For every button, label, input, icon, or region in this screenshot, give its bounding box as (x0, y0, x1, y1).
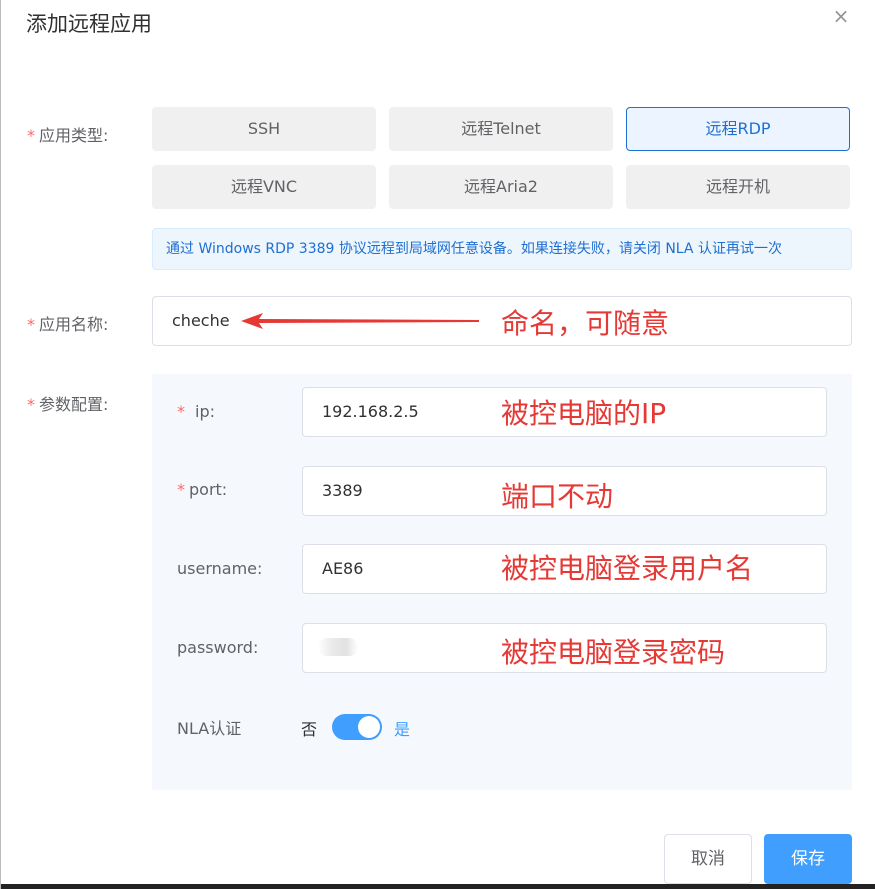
username-label: username: (177, 559, 263, 578)
ip-label-text: ip: (195, 402, 215, 421)
blurred-password (318, 638, 358, 656)
annotation-password: 被控电脑登录密码 (501, 636, 726, 669)
type-option-vnc[interactable]: 远程VNC (152, 165, 376, 209)
bottom-edge (1, 884, 875, 889)
annotation-port: 端口不动 (501, 480, 614, 513)
required-mark: * (27, 126, 35, 145)
cancel-button[interactable]: 取消 (664, 834, 752, 884)
type-option-rdp[interactable]: 远程RDP (626, 107, 850, 151)
required-mark: * (177, 402, 185, 421)
required-mark: * (177, 480, 185, 499)
name-label-text: 应用名称: (39, 315, 109, 334)
save-button[interactable]: 保存 (764, 834, 852, 884)
port-label: * port: (177, 480, 227, 499)
type-option-telnet[interactable]: 远程Telnet (389, 107, 613, 151)
params-label: * 参数配置: (27, 391, 108, 415)
toggle-knob (358, 716, 380, 738)
nla-toggle[interactable] (332, 714, 382, 740)
nla-on-label[interactable]: 是 (394, 716, 410, 740)
annotation-username: 被控电脑登录用户名 (501, 552, 754, 585)
password-label: password: (177, 638, 259, 657)
add-remote-app-dialog: 添加远程应用 × * 应用类型: SSH 远程Telnet 远程RDP 远程VNC… (0, 0, 875, 889)
name-label: * 应用名称: (27, 311, 108, 335)
arrow-shape (241, 313, 479, 329)
port-label-text: port: (189, 480, 228, 499)
ip-label: * ip: (177, 402, 215, 421)
nla-label: NLA认证 (177, 719, 242, 738)
type-option-aria2[interactable]: 远程Aria2 (389, 165, 613, 209)
annotation-arrow (241, 313, 479, 329)
required-mark: * (27, 315, 35, 334)
annotation-ip: 被控电脑的IP (501, 397, 667, 430)
nla-off-label[interactable]: 否 (301, 716, 317, 740)
annotation-name: 命名，可随意 (501, 307, 670, 340)
close-icon[interactable]: × (831, 6, 851, 26)
rdp-hint: 通过 Windows RDP 3389 协议远程到局域网任意设备。如果连接失败，… (152, 228, 852, 270)
type-label: * 应用类型: (27, 122, 108, 146)
type-label-text: 应用类型: (39, 126, 109, 145)
params-label-text: 参数配置: (39, 395, 109, 414)
type-option-wake[interactable]: 远程开机 (626, 165, 850, 209)
type-option-ssh[interactable]: SSH (152, 107, 376, 151)
required-mark: * (27, 395, 35, 414)
dialog-title: 添加远程应用 (26, 12, 152, 36)
